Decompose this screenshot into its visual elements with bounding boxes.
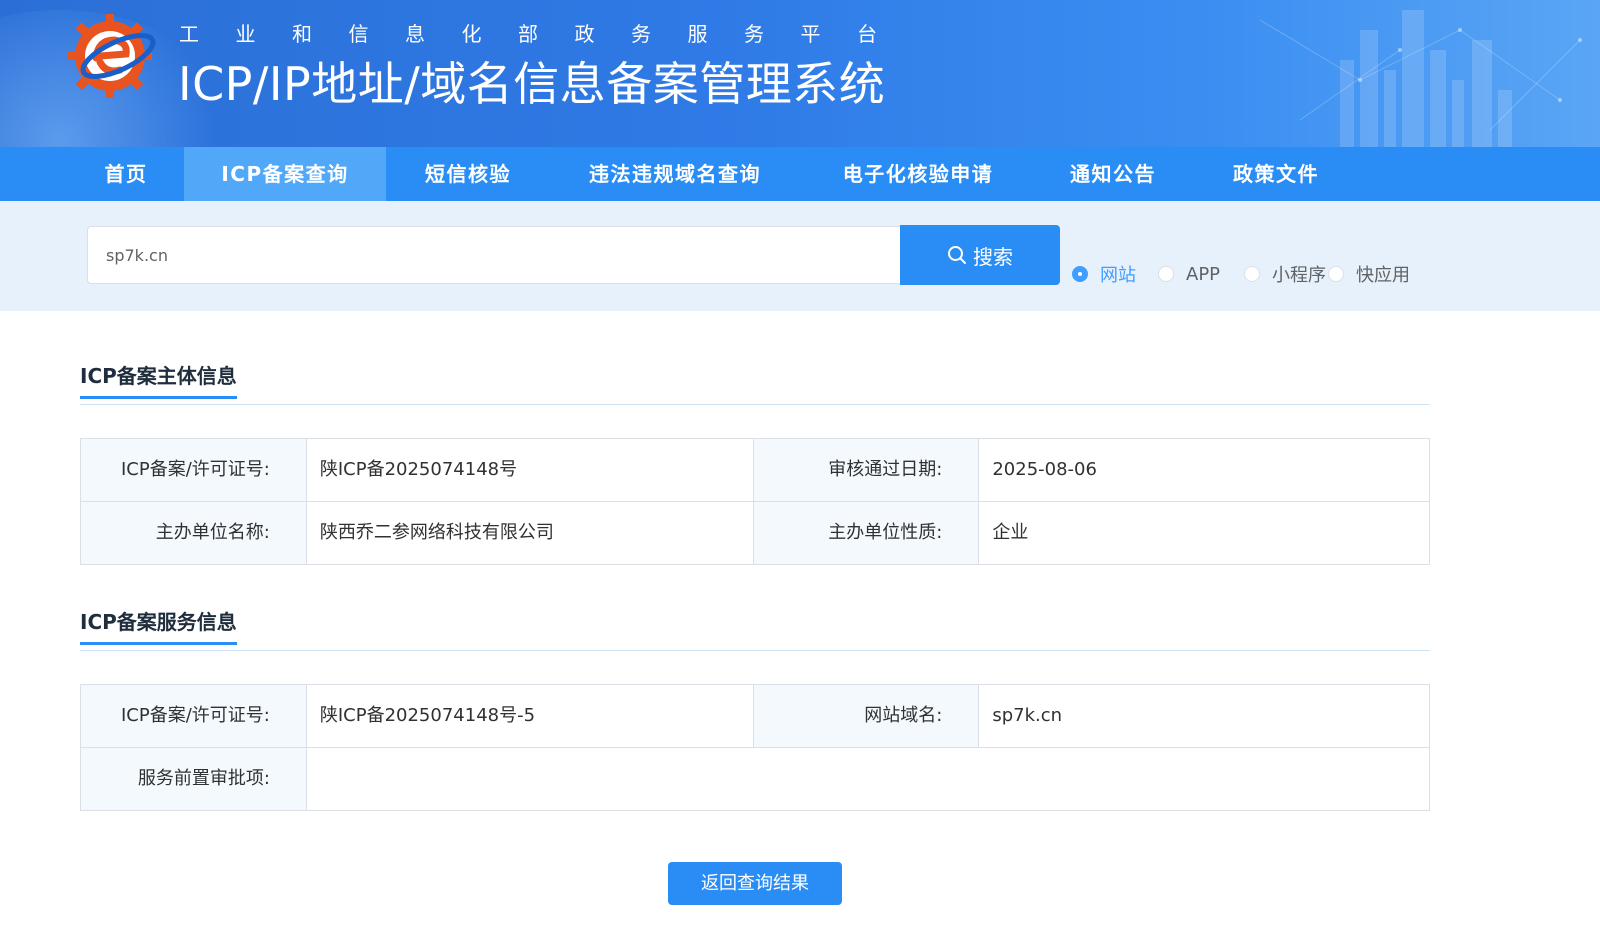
radio-quick-app-label: 快应用	[1356, 265, 1410, 286]
city-skyline-decoration	[1259, 10, 1582, 147]
table-row: 主办单位名称: 陕西乔二参网络科技有限公司 主办单位性质: 企业	[81, 502, 1429, 564]
license-value: 陕ICP备2025074148号	[307, 439, 754, 501]
nav-notices[interactable]: 通知公告	[1050, 147, 1176, 201]
back-to-results-button[interactable]: 返回查询结果	[668, 862, 842, 905]
radio-website[interactable]: 网站	[1072, 262, 1136, 286]
radio-dot-icon	[1328, 266, 1344, 282]
section-divider	[80, 650, 1430, 651]
subject-info-table: ICP备案/许可证号: 陕ICP备2025074148号 审核通过日期: 202…	[80, 438, 1430, 565]
main-nav: 首页 ICP备案查询 短信核验 违法违规域名查询 电子化核验申请 通知公告 政策…	[0, 147, 1600, 201]
service-license-value: 陕ICP备2025074148号-5	[307, 685, 754, 747]
radio-mini-program-label: 小程序	[1272, 265, 1326, 286]
radio-dot-icon	[1072, 266, 1088, 282]
nav-electronic-verify[interactable]: 电子化核验申请	[820, 147, 1016, 201]
search-band: 搜索 网站 APP 小程序 快应用	[0, 201, 1600, 311]
service-info-title: ICP备案服务信息	[80, 606, 237, 645]
license-label: ICP备案/许可证号:	[81, 439, 307, 501]
miit-logo-icon	[68, 14, 156, 98]
org-type-label: 主办单位性质:	[753, 502, 980, 564]
radio-app-label: APP	[1186, 263, 1221, 285]
nav-policies[interactable]: 政策文件	[1213, 147, 1339, 201]
table-row: ICP备案/许可证号: 陕ICP备2025074148号-5 网站域名: sp7…	[81, 685, 1429, 748]
radio-dot-icon	[1244, 266, 1260, 282]
platform-slogan: 工业和信息化部政务服务平台	[179, 22, 914, 46]
table-row: ICP备案/许可证号: 陕ICP备2025074148号 审核通过日期: 202…	[81, 439, 1429, 502]
table-row: 服务前置审批项:	[81, 748, 1429, 810]
service-info-table: ICP备案/许可证号: 陕ICP备2025074148号-5 网站域名: sp7…	[80, 684, 1430, 811]
radio-mini-program[interactable]: 小程序	[1244, 262, 1326, 286]
nav-icp-query[interactable]: ICP备案查询	[184, 147, 386, 201]
nav-home[interactable]: 首页	[82, 147, 170, 201]
nav-illegal-domain-query[interactable]: 违法违规域名查询	[566, 147, 784, 201]
header-banner: 工业和信息化部政务服务平台 ICP/IP地址/域名信息备案管理系统	[0, 0, 1600, 147]
system-title: ICP/IP地址/域名信息备案管理系统	[178, 57, 886, 111]
pre-approval-label: 服务前置审批项:	[81, 748, 307, 810]
approval-date-label: 审核通过日期:	[753, 439, 980, 501]
org-name-label: 主办单位名称:	[81, 502, 307, 564]
search-input[interactable]	[87, 226, 901, 284]
domain-label: 网站域名:	[753, 685, 980, 747]
approval-date-value: 2025-08-06	[992, 459, 1097, 480]
pre-approval-value	[307, 748, 1429, 810]
radio-dot-icon	[1158, 266, 1174, 282]
radio-website-label: 网站	[1100, 265, 1136, 286]
domain-value: sp7k.cn	[992, 705, 1063, 726]
radio-app[interactable]: APP	[1158, 262, 1220, 286]
subject-info-title: ICP备案主体信息	[80, 360, 237, 399]
radio-quick-app[interactable]: 快应用	[1328, 262, 1410, 286]
search-icon	[948, 246, 966, 264]
org-name-value: 陕西乔二参网络科技有限公司	[307, 502, 754, 564]
org-type-value: 企业	[992, 522, 1029, 543]
search-button-label: 搜索	[973, 244, 1013, 269]
nav-sms-verify[interactable]: 短信核验	[404, 147, 532, 201]
service-license-label: ICP备案/许可证号:	[81, 685, 307, 747]
section-divider	[80, 404, 1430, 405]
search-button[interactable]: 搜索	[900, 225, 1060, 285]
